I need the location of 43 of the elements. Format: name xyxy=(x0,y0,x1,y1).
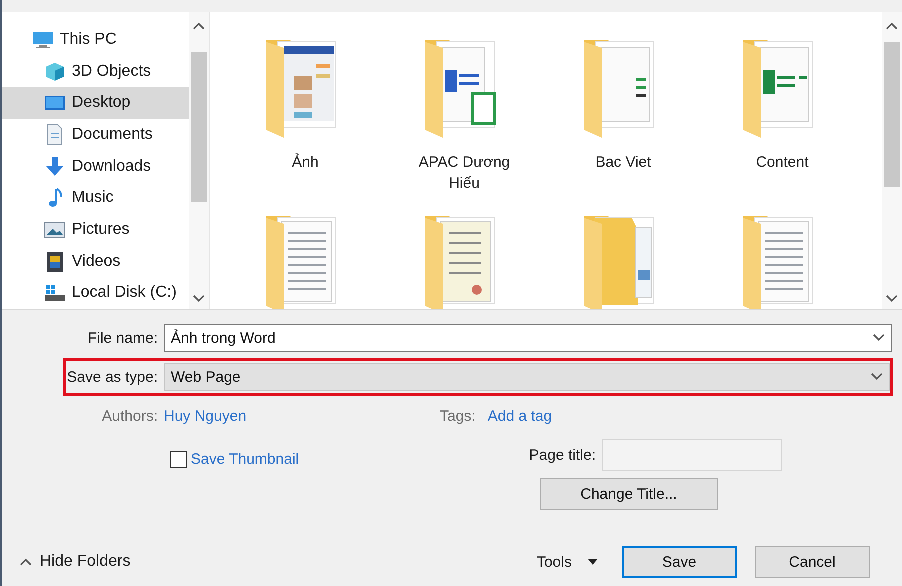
caret-icon[interactable] xyxy=(873,334,885,342)
author-link[interactable]: Huy Nguyen xyxy=(164,408,440,425)
field-label: File name: xyxy=(86,330,159,346)
folder-name[interactable]: Ảnh xyxy=(246,152,366,173)
change-title-button[interactable]: Change Title... xyxy=(540,478,718,510)
folder-name[interactable]: APAC Dương Hiếu xyxy=(404,152,524,194)
nav-item[interactable]: Videos xyxy=(2,246,189,278)
folder-name[interactable]: Content xyxy=(722,152,842,173)
dropdown-arrow-icon[interactable] xyxy=(588,559,598,565)
nav-item[interactable]: Documents xyxy=(2,119,189,151)
add-tag-link[interactable]: Add a tag xyxy=(488,408,552,425)
nav-item[interactable]: Pictures xyxy=(2,214,189,246)
scroll-down-icon[interactable] xyxy=(886,295,898,303)
save-button[interactable]: Save xyxy=(622,546,737,578)
checkbox[interactable] xyxy=(170,451,187,468)
caret-up-icon[interactable] xyxy=(20,558,32,566)
page-title-field[interactable] xyxy=(602,439,782,471)
cancel-button[interactable]: Cancel xyxy=(755,546,870,578)
file-name-field[interactable]: Ảnh trong Word xyxy=(164,324,892,352)
field-label: Save as type: xyxy=(66,368,159,386)
tools-menu[interactable]: Tools xyxy=(530,552,604,572)
type-dropdown[interactable]: Web Page xyxy=(164,363,890,391)
field-label: Tags: xyxy=(440,408,477,425)
scroll-up-icon[interactable] xyxy=(193,22,205,30)
scrollbar[interactable] xyxy=(882,12,902,309)
nav-item[interactable]: This PC xyxy=(2,24,189,56)
nav-item[interactable]: Desktop xyxy=(2,87,189,120)
scrollbar[interactable] xyxy=(189,12,209,309)
nav-item[interactable]: Local Disk (C:) xyxy=(2,277,189,310)
folder-name[interactable]: Bac Viet xyxy=(564,152,684,173)
nav-item[interactable]: Downloads xyxy=(2,150,189,182)
film-icon xyxy=(44,250,66,273)
scroll-down-icon[interactable] xyxy=(193,295,205,303)
field-label: Page title: xyxy=(528,446,597,464)
checkbox-label[interactable]: Save Thumbnail xyxy=(191,451,300,468)
cube-icon xyxy=(44,60,66,82)
caret-icon[interactable] xyxy=(871,373,883,381)
hide-folders-button[interactable]: Hide Folders xyxy=(20,553,131,571)
download-arrow-icon xyxy=(44,156,66,178)
nav-item[interactable]: 3D Objects xyxy=(2,56,189,88)
nav-item[interactable]: Music xyxy=(2,182,189,214)
scroll-up-icon[interactable] xyxy=(886,22,898,30)
field-label: Authors: xyxy=(101,408,159,425)
